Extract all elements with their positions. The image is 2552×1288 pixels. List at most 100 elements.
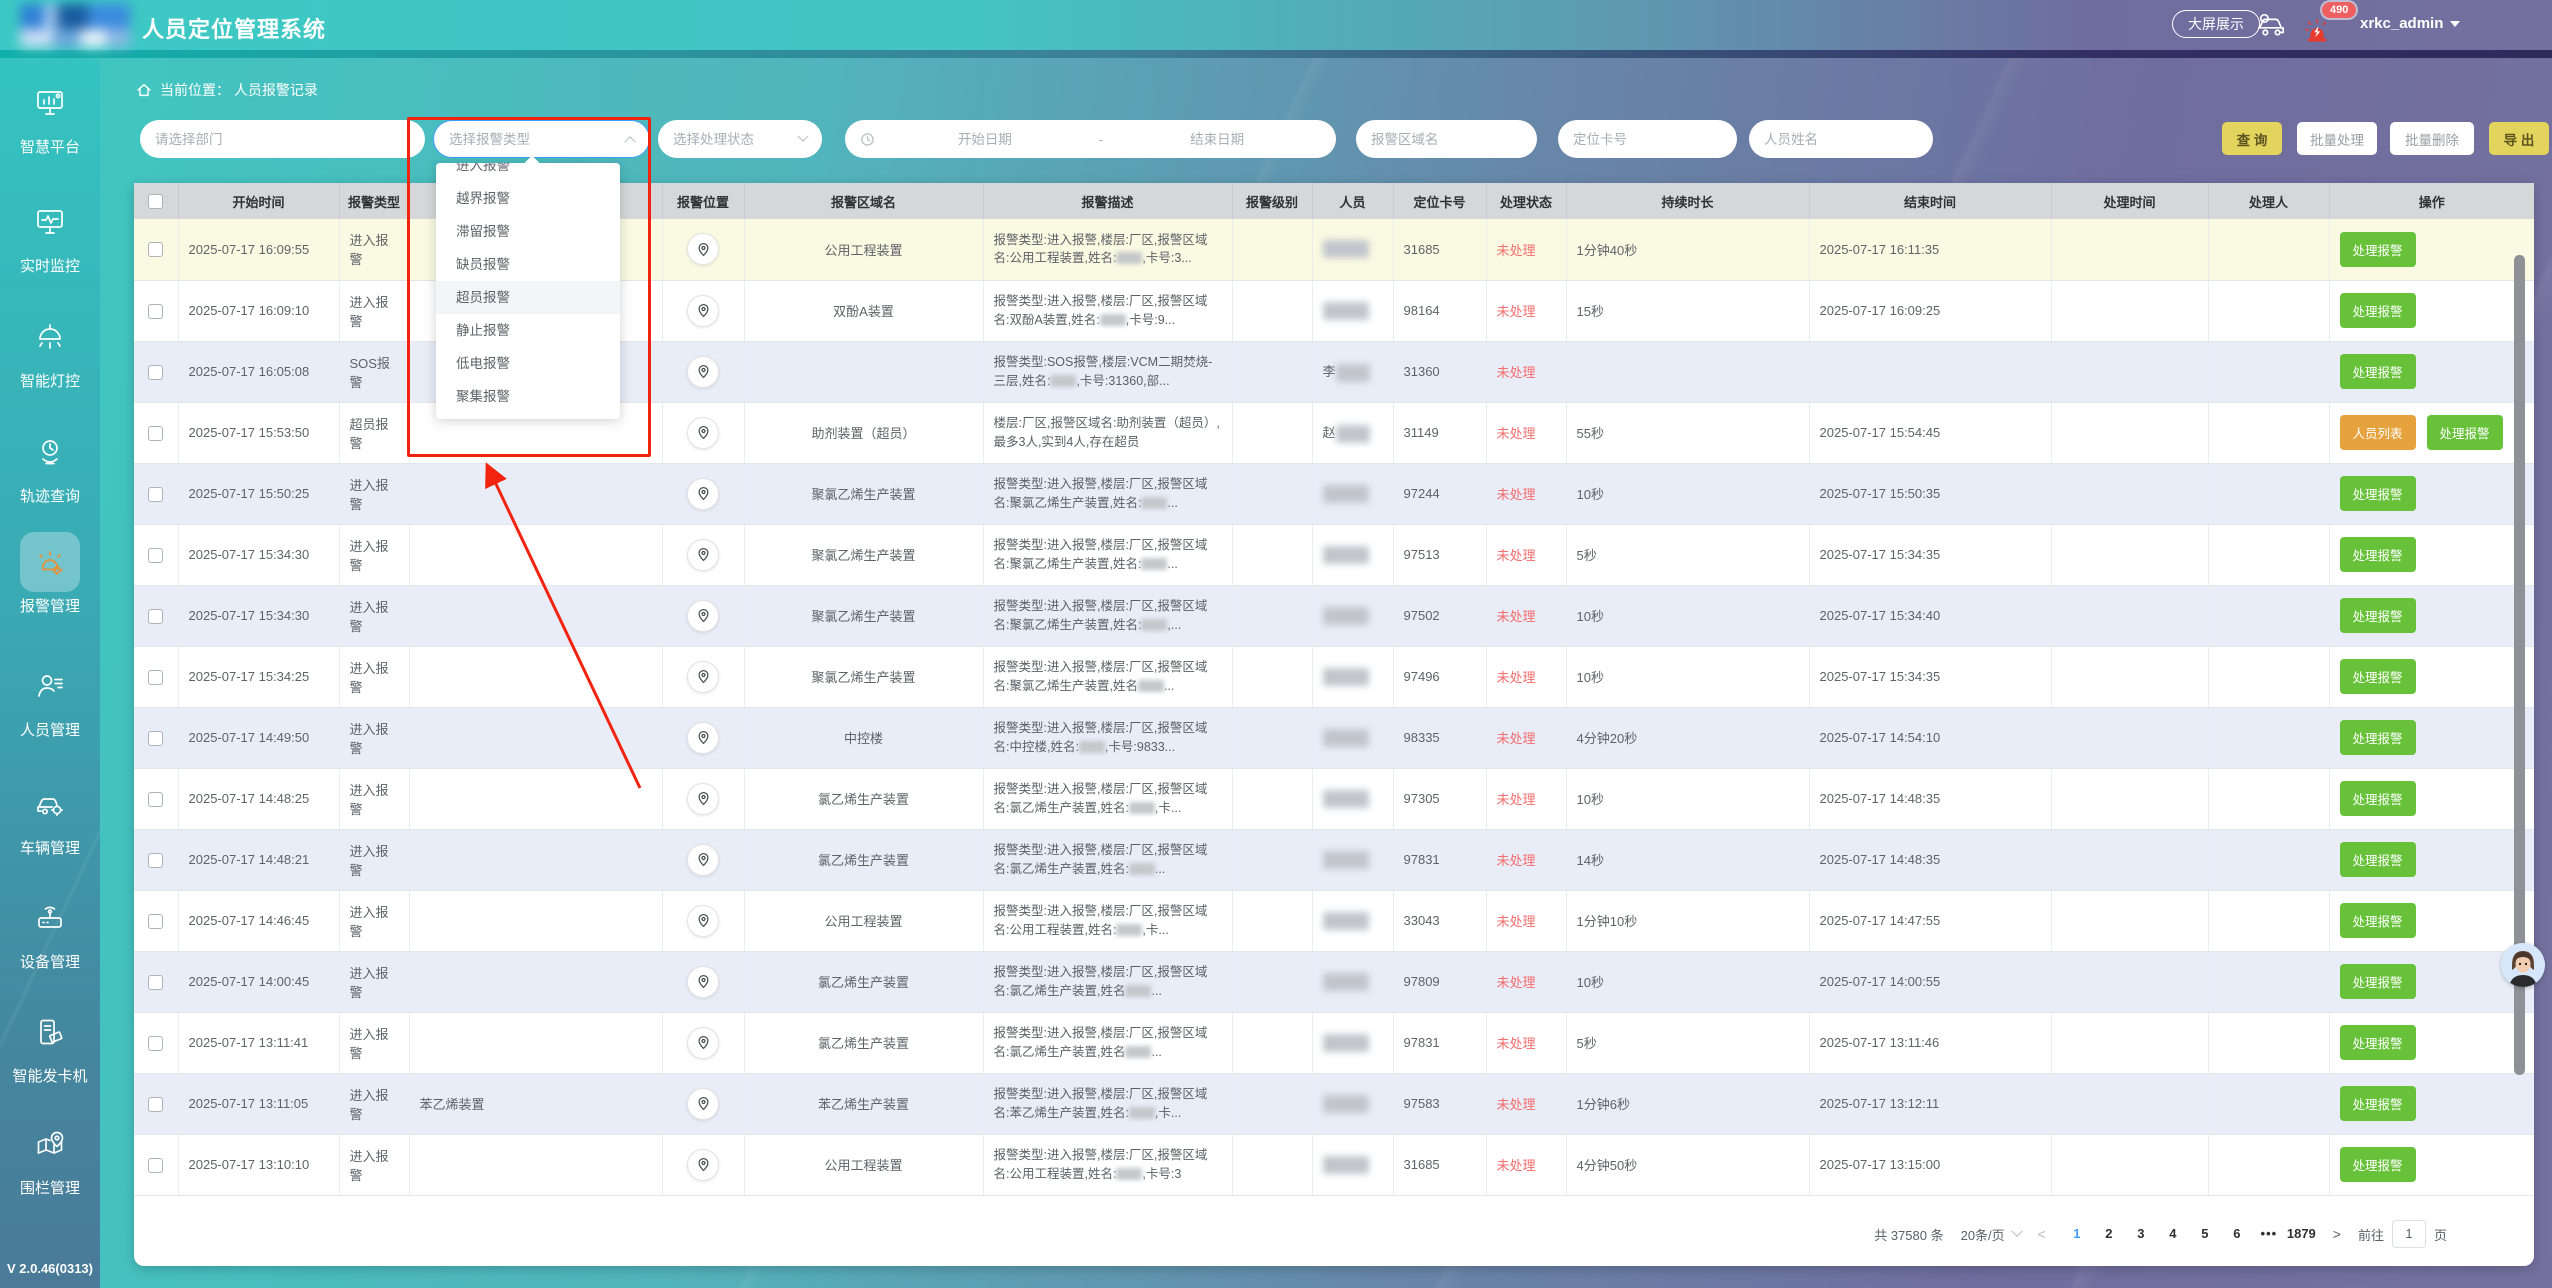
process-status-select[interactable] — [658, 120, 822, 158]
row-checkbox[interactable] — [148, 670, 163, 685]
alarm-area-field[interactable] — [1356, 120, 1537, 158]
row-checkbox[interactable] — [148, 1158, 163, 1173]
location-pin-button[interactable] — [687, 233, 719, 265]
location-pin-button[interactable] — [687, 966, 719, 998]
sidebar-item-alarm[interactable]: 报警管理 — [0, 532, 100, 616]
goto-page-input[interactable]: 1 — [2392, 1220, 2426, 1248]
location-pin-button[interactable] — [687, 722, 719, 754]
page-number-button[interactable]: 1 — [2063, 1220, 2091, 1248]
batch-process-button[interactable]: 批量处理 — [2297, 122, 2377, 155]
location-pin-button[interactable] — [687, 1149, 719, 1181]
process-alarm-button[interactable]: 处理报警 — [2340, 537, 2416, 572]
process-alarm-button[interactable]: 处理报警 — [2340, 781, 2416, 816]
page-number-button[interactable]: 6 — [2223, 1220, 2251, 1248]
card-number-input[interactable] — [1573, 132, 1722, 147]
page-number-button[interactable]: 4 — [2159, 1220, 2187, 1248]
location-pin-button[interactable] — [687, 295, 719, 327]
row-checkbox[interactable] — [148, 304, 163, 319]
row-checkbox[interactable] — [148, 914, 163, 929]
prev-page-button[interactable]: < — [2038, 1226, 2046, 1242]
page-number-button[interactable]: 2 — [2095, 1220, 2123, 1248]
user-menu[interactable]: xrkc_admin — [2360, 15, 2460, 32]
row-checkbox[interactable] — [148, 548, 163, 563]
row-checkbox[interactable] — [148, 975, 163, 990]
sidebar-item-fence[interactable]: 围栏管理 — [0, 1114, 100, 1198]
department-select[interactable] — [140, 120, 425, 158]
alarm-type-input[interactable] — [449, 132, 626, 147]
sidebar-item-card[interactable]: 智能发卡机 — [0, 1002, 100, 1086]
export-button[interactable]: 导 出 — [2489, 122, 2549, 155]
dropdown-option[interactable]: 低电报警 — [436, 347, 620, 380]
location-pin-button[interactable] — [687, 1088, 719, 1120]
process-alarm-button[interactable]: 处理报警 — [2340, 1086, 2416, 1121]
row-checkbox[interactable] — [148, 487, 163, 502]
location-pin-button[interactable] — [687, 417, 719, 449]
row-checkbox[interactable] — [148, 242, 163, 257]
row-checkbox[interactable] — [148, 609, 163, 624]
location-pin-button[interactable] — [687, 1027, 719, 1059]
sidebar-item-light[interactable]: 智能灯控 — [0, 307, 100, 391]
process-alarm-button[interactable]: 处理报警 — [2340, 598, 2416, 633]
sidebar-item-person[interactable]: 人员管理 — [0, 656, 100, 740]
alarm-notification-icon[interactable] — [2302, 15, 2332, 43]
page-number-button[interactable]: 3 — [2127, 1220, 2155, 1248]
location-pin-button[interactable] — [687, 539, 719, 571]
vehicle-monitor-icon[interactable] — [2256, 12, 2286, 38]
location-pin-button[interactable] — [687, 844, 719, 876]
row-checkbox[interactable] — [148, 1036, 163, 1051]
person-name-input[interactable] — [1764, 132, 1918, 147]
location-pin-button[interactable] — [687, 478, 719, 510]
process-alarm-button[interactable]: 处理报警 — [2340, 1147, 2416, 1182]
dropdown-option[interactable]: 静止报警 — [436, 314, 620, 347]
row-checkbox[interactable] — [148, 426, 163, 441]
dropdown-option[interactable]: 缺员报警 — [436, 248, 620, 281]
process-alarm-button[interactable]: 处理报警 — [2340, 293, 2416, 328]
date-range-picker[interactable]: - — [845, 120, 1336, 158]
alarm-type-select[interactable] — [433, 120, 650, 158]
alarm-count-badge[interactable]: 490 — [2322, 2, 2356, 18]
process-status-input[interactable] — [673, 132, 799, 147]
process-alarm-button[interactable]: 处理报警 — [2340, 842, 2416, 877]
process-alarm-button[interactable]: 处理报警 — [2340, 354, 2416, 389]
process-alarm-button[interactable]: 处理报警 — [2340, 1025, 2416, 1060]
alarm-area-input[interactable] — [1371, 132, 1522, 147]
process-alarm-button[interactable]: 处理报警 — [2340, 476, 2416, 511]
row-checkbox[interactable] — [148, 731, 163, 746]
location-pin-button[interactable] — [687, 661, 719, 693]
process-alarm-button[interactable]: 处理报警 — [2340, 720, 2416, 755]
start-date-input[interactable] — [881, 132, 1089, 147]
card-number-field[interactable] — [1558, 120, 1737, 158]
query-button[interactable]: 查 询 — [2222, 122, 2282, 155]
process-alarm-button[interactable]: 处理报警 — [2340, 903, 2416, 938]
select-all-checkbox[interactable] — [148, 194, 163, 209]
row-checkbox[interactable] — [148, 853, 163, 868]
more-pages-ellipsis[interactable]: ••• — [2255, 1220, 2283, 1248]
dropdown-option[interactable]: 聚集报警 — [436, 380, 620, 413]
big-screen-button[interactable]: 大屏展示 — [2172, 10, 2260, 38]
dropdown-option[interactable]: 越界报警 — [436, 182, 620, 215]
location-pin-button[interactable] — [687, 905, 719, 937]
sidebar-item-vehicle[interactable]: 车辆管理 — [0, 774, 100, 858]
batch-delete-button[interactable]: 批量删除 — [2390, 122, 2474, 155]
row-checkbox[interactable] — [148, 1097, 163, 1112]
process-alarm-button[interactable]: 处理报警 — [2427, 415, 2503, 450]
process-alarm-button[interactable]: 处理报警 — [2340, 964, 2416, 999]
dropdown-option[interactable]: 超员报警 — [436, 281, 620, 314]
sidebar-item-track[interactable]: 轨迹查询 — [0, 422, 100, 506]
process-alarm-button[interactable]: 处理报警 — [2340, 232, 2416, 267]
location-pin-button[interactable] — [687, 600, 719, 632]
person-name-field[interactable] — [1749, 120, 1933, 158]
sidebar-item-device[interactable]: 设备管理 — [0, 888, 100, 972]
sidebar-item-monitor[interactable]: 实时监控 — [0, 192, 100, 276]
page-number-button[interactable]: 5 — [2191, 1220, 2219, 1248]
next-page-button[interactable]: > — [2333, 1226, 2341, 1242]
assistant-avatar-button[interactable] — [2501, 943, 2545, 987]
row-checkbox[interactable] — [148, 365, 163, 380]
sidebar-item-platform[interactable]: 智慧平台 — [0, 73, 100, 157]
dropdown-option[interactable]: 滞留报警 — [436, 215, 620, 248]
person-list-button[interactable]: 人员列表 — [2340, 415, 2416, 450]
last-page-button[interactable]: 1879 — [2287, 1220, 2316, 1248]
location-pin-button[interactable] — [687, 783, 719, 815]
end-date-input[interactable] — [1113, 132, 1321, 147]
location-pin-button[interactable] — [687, 356, 719, 388]
